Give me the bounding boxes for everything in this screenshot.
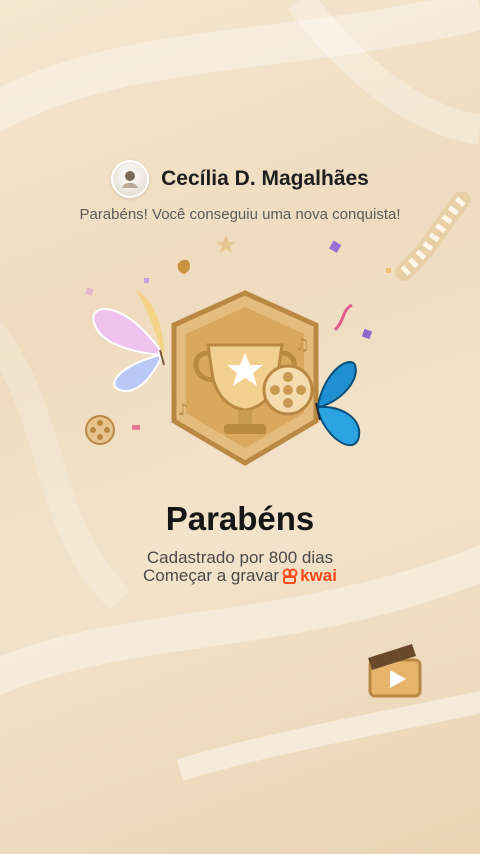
svg-text:♪: ♪ <box>178 400 188 419</box>
achievement-badge: ♪ ♫ <box>85 290 361 466</box>
small-reel-icon <box>85 415 115 445</box>
user-avatar-icon <box>122 171 139 188</box>
film-reel-icon <box>262 364 314 416</box>
achievement-description: Cadastrado por 800 dias Começar a gravar… <box>0 549 480 585</box>
kwai-brand-text: kwai <box>300 566 337 585</box>
achievement-title: Parabéns <box>165 500 315 537</box>
kwai-logo[interactable]: kwai <box>282 567 337 585</box>
record-prompt: Começar a gravar <box>143 566 280 585</box>
username: Cecília D. Magalhães <box>161 167 369 190</box>
avatar[interactable] <box>111 160 150 198</box>
clapperboard-icon <box>368 644 422 698</box>
svg-text:♫: ♫ <box>295 335 309 354</box>
blue-butterfly-icon <box>315 360 361 447</box>
description-line-1: Cadastrado por 800 dias <box>146 548 334 567</box>
kwai-icon <box>282 568 298 584</box>
pink-butterfly-icon <box>92 290 165 392</box>
description-line-2: Começar a gravar kwai <box>143 567 337 585</box>
